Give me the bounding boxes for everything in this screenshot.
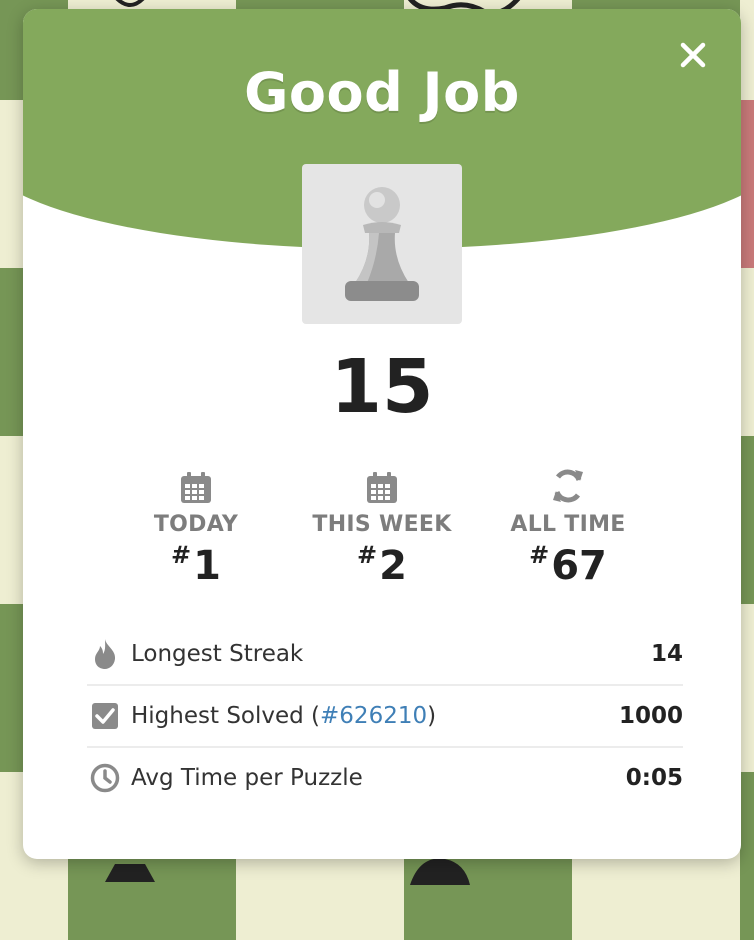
stat-value: 0:05 xyxy=(625,765,683,791)
puzzle-link[interactable]: #626210 xyxy=(320,703,427,729)
calendar-icon xyxy=(181,472,211,503)
rank-number: 67 xyxy=(551,543,607,589)
stat-label: Longest Streak xyxy=(131,641,304,667)
rank-today: TODAY #1 xyxy=(101,464,291,589)
stat-avg-time: Avg Time per Puzzle 0:05 xyxy=(87,748,683,808)
rank-value: #67 xyxy=(473,541,663,589)
rank-label: THIS WEEK xyxy=(312,512,452,537)
rank-hash: # xyxy=(357,541,378,569)
rank-value: #2 xyxy=(287,541,477,589)
rank-hash: # xyxy=(529,541,550,569)
rank-label: ALL TIME xyxy=(510,512,626,537)
stat-label-prefix: Highest Solved ( xyxy=(131,703,321,729)
rank-value: #1 xyxy=(101,541,291,589)
calendar-icon xyxy=(367,472,397,503)
stat-label-suffix: ) xyxy=(427,703,437,729)
rank-label: TODAY xyxy=(153,512,239,537)
close-button[interactable] xyxy=(675,37,711,73)
rank-summary: TODAY #1 THIS WEEK #2 ALL TIME #67 xyxy=(23,464,741,604)
rank-hash: # xyxy=(171,541,192,569)
modal-title: Good Job xyxy=(244,61,520,124)
pawn-icon xyxy=(345,187,419,301)
stat-value: 14 xyxy=(650,641,683,667)
stat-longest-streak: Longest Streak 14 xyxy=(87,624,683,686)
stat-label: Avg Time per Puzzle xyxy=(131,765,363,791)
rank-all-time: ALL TIME #67 xyxy=(473,464,663,589)
close-icon xyxy=(680,42,706,68)
stats-list: Longest Streak 14 Highest Solved (#62621… xyxy=(87,624,683,808)
stat-highest-solved: Highest Solved (#626210) 1000 xyxy=(87,686,683,748)
refresh-icon xyxy=(553,469,583,503)
rank-number: 2 xyxy=(379,543,407,589)
puzzle-score: 15 xyxy=(330,344,434,430)
clock-icon xyxy=(90,763,120,793)
piece-tile xyxy=(302,164,462,324)
flame-icon xyxy=(95,639,116,669)
rank-this-week: THIS WEEK #2 xyxy=(287,464,477,589)
stat-value: 1000 xyxy=(618,703,683,729)
puzzle-result-modal: Good Job 15 TODAY #1 THIS WEEK #2 ALL TI… xyxy=(23,9,741,859)
stat-label: Highest Solved (#626210) xyxy=(131,703,619,729)
checkbox-icon xyxy=(92,703,118,729)
rank-number: 1 xyxy=(193,543,221,589)
